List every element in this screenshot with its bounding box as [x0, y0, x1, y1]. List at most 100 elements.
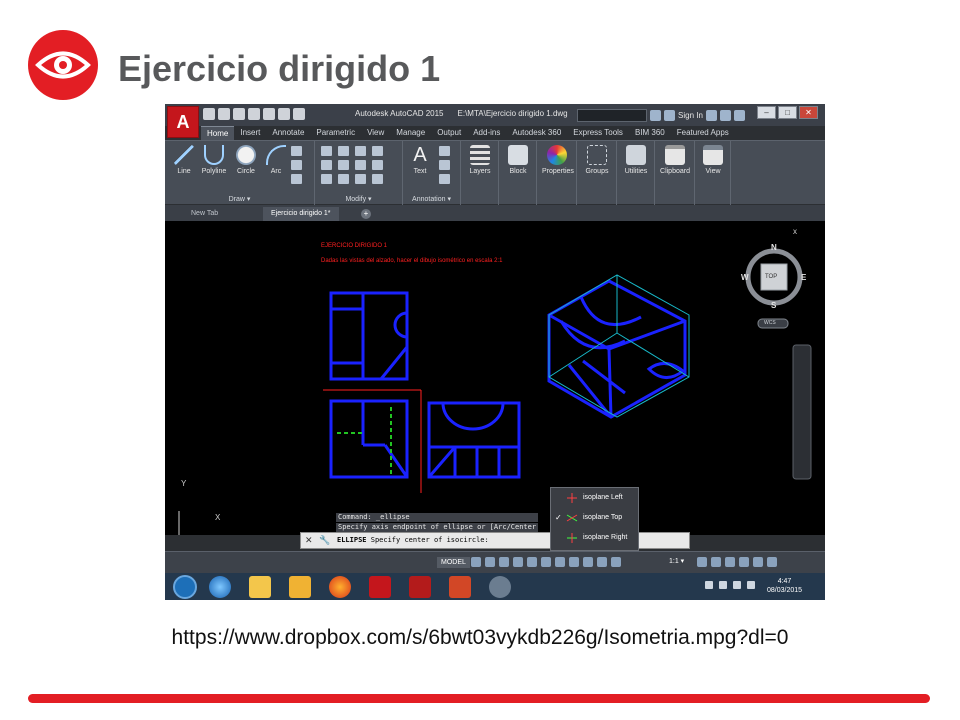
- rotate-icon[interactable]: [338, 146, 349, 156]
- tray-network-icon[interactable]: [733, 581, 741, 589]
- region-icon[interactable]: [291, 174, 302, 184]
- binoculars-icon[interactable]: [650, 109, 661, 121]
- help-icon[interactable]: [733, 109, 745, 121]
- circle-tool[interactable]: Circle: [231, 145, 261, 175]
- tab-parametric[interactable]: Parametric: [310, 126, 361, 140]
- tab-annotate[interactable]: Annotate: [266, 126, 310, 140]
- start-button[interactable]: [173, 575, 197, 599]
- save-icon[interactable]: [233, 108, 245, 120]
- mirror-icon[interactable]: [338, 160, 349, 170]
- tray-volume-icon[interactable]: [747, 581, 755, 589]
- annotation-panel-label[interactable]: Annotation ▾: [403, 195, 460, 203]
- tray-flag-icon[interactable]: [719, 581, 727, 589]
- tab-insert[interactable]: Insert: [234, 126, 266, 140]
- object-snap-icon[interactable]: [541, 557, 551, 567]
- tab-featured-apps[interactable]: Featured Apps: [671, 126, 735, 140]
- fillet-icon[interactable]: [355, 160, 366, 170]
- clean-screen-icon[interactable]: [753, 557, 763, 567]
- viewcube-west[interactable]: W: [741, 273, 749, 282]
- arc-tool[interactable]: Arc: [261, 145, 291, 175]
- annotation-visibility-icon[interactable]: [597, 557, 607, 567]
- drawing-canvas[interactable]: EJERCICIO DIRIGIDO 1 Dadas las vistas de…: [165, 221, 825, 535]
- copy-icon[interactable]: [321, 160, 332, 170]
- ortho-icon[interactable]: [499, 557, 509, 567]
- user-icon[interactable]: [664, 109, 675, 121]
- offset-icon[interactable]: [372, 174, 383, 184]
- exchange-icon[interactable]: [705, 109, 717, 121]
- firefox-icon[interactable]: [329, 576, 351, 598]
- wrench-icon[interactable]: 🔧: [319, 535, 330, 546]
- otrack-icon[interactable]: [555, 557, 565, 567]
- text-tool[interactable]: A Text: [405, 145, 435, 175]
- media-player-icon[interactable]: [289, 576, 311, 598]
- tray-arrow-icon[interactable]: [705, 581, 713, 589]
- a360-icon[interactable]: [719, 109, 731, 121]
- explode-icon[interactable]: [372, 160, 383, 170]
- quick-access-toolbar[interactable]: [203, 108, 305, 122]
- paint-icon[interactable]: [489, 576, 511, 598]
- lineweight-icon[interactable]: [569, 557, 579, 567]
- search-input[interactable]: [577, 108, 647, 122]
- open-icon[interactable]: [218, 108, 230, 120]
- scale-icon[interactable]: [338, 174, 349, 184]
- slide-url-link[interactable]: https://www.dropbox.com/s/6bwt03vykdb226…: [0, 626, 960, 650]
- internet-explorer-icon[interactable]: [209, 576, 231, 598]
- print-icon[interactable]: [263, 108, 275, 120]
- command-prompt[interactable]: ELLIPSE Specify center of isocircle:: [337, 536, 489, 544]
- tab-bim-360[interactable]: BIM 360: [629, 126, 671, 140]
- taskbar-clock[interactable]: 4:47 08/03/2015: [767, 577, 802, 595]
- redo-icon[interactable]: [293, 108, 305, 120]
- tab-manage[interactable]: Manage: [390, 126, 431, 140]
- isoplane-right-option[interactable]: isoplane Right: [551, 528, 638, 548]
- workspace-gear-icon[interactable]: [697, 557, 707, 567]
- layers-button[interactable]: Layers: [465, 145, 495, 175]
- transparency-icon[interactable]: [583, 557, 593, 567]
- application-menu-button[interactable]: A: [167, 106, 199, 138]
- snap-icon[interactable]: [485, 557, 495, 567]
- isodraft-icon[interactable]: [527, 557, 537, 567]
- stretch-icon[interactable]: [321, 174, 332, 184]
- view-button[interactable]: View: [698, 145, 728, 175]
- isolate-icon[interactable]: [725, 557, 735, 567]
- file-tab-active[interactable]: Ejercicio dirigido 1*: [263, 207, 339, 221]
- tab-autodesk-360[interactable]: Autodesk 360: [506, 126, 567, 140]
- model-space-button[interactable]: MODEL: [437, 557, 470, 568]
- wcs-label[interactable]: WCS: [764, 320, 776, 326]
- properties-button[interactable]: Properties: [542, 145, 574, 175]
- tab-view[interactable]: View: [361, 126, 390, 140]
- groups-button[interactable]: Groups: [582, 145, 612, 175]
- hardware-accel-icon[interactable]: [739, 557, 749, 567]
- powerpoint-icon[interactable]: [449, 576, 471, 598]
- file-explorer-icon[interactable]: [249, 576, 271, 598]
- erase-icon[interactable]: [372, 146, 383, 156]
- viewcube-top[interactable]: TOP: [765, 274, 777, 280]
- new-icon[interactable]: [203, 108, 215, 120]
- tab-express-tools[interactable]: Express Tools: [567, 126, 629, 140]
- annotation-scale[interactable]: 1:1 ▾: [669, 557, 684, 565]
- tab-home[interactable]: Home: [201, 126, 235, 140]
- tab-output[interactable]: Output: [431, 126, 467, 140]
- table-icon[interactable]: [439, 174, 450, 184]
- viewcube-north[interactable]: N: [771, 243, 777, 252]
- modify-panel-label[interactable]: Modify ▾: [315, 195, 402, 203]
- file-tab-new[interactable]: New Tab: [183, 207, 226, 221]
- sign-in-button[interactable]: Sign In: [678, 111, 703, 120]
- isoplane-top-option[interactable]: ✓ isoplane Top: [551, 508, 638, 528]
- line-tool[interactable]: Line: [169, 145, 199, 175]
- autocad-taskbar-icon[interactable]: [369, 576, 391, 598]
- autoscale-icon[interactable]: [611, 557, 621, 567]
- viewcube-south[interactable]: S: [771, 301, 776, 310]
- move-icon[interactable]: [321, 146, 332, 156]
- array-icon[interactable]: [355, 174, 366, 184]
- close-icon[interactable]: ✕: [305, 535, 313, 546]
- grid-icon[interactable]: [471, 557, 481, 567]
- block-button[interactable]: Block: [503, 145, 533, 175]
- acrobat-icon[interactable]: [409, 576, 431, 598]
- saveas-icon[interactable]: [248, 108, 260, 120]
- draw-panel-label[interactable]: Draw ▾: [165, 195, 314, 203]
- tab-add-ins[interactable]: Add-ins: [467, 126, 506, 140]
- isoplane-left-option[interactable]: isoplane Left: [551, 488, 638, 508]
- minimize-button[interactable]: –: [757, 106, 776, 119]
- plus-icon[interactable]: [711, 557, 721, 567]
- dimension-icon[interactable]: [439, 146, 450, 156]
